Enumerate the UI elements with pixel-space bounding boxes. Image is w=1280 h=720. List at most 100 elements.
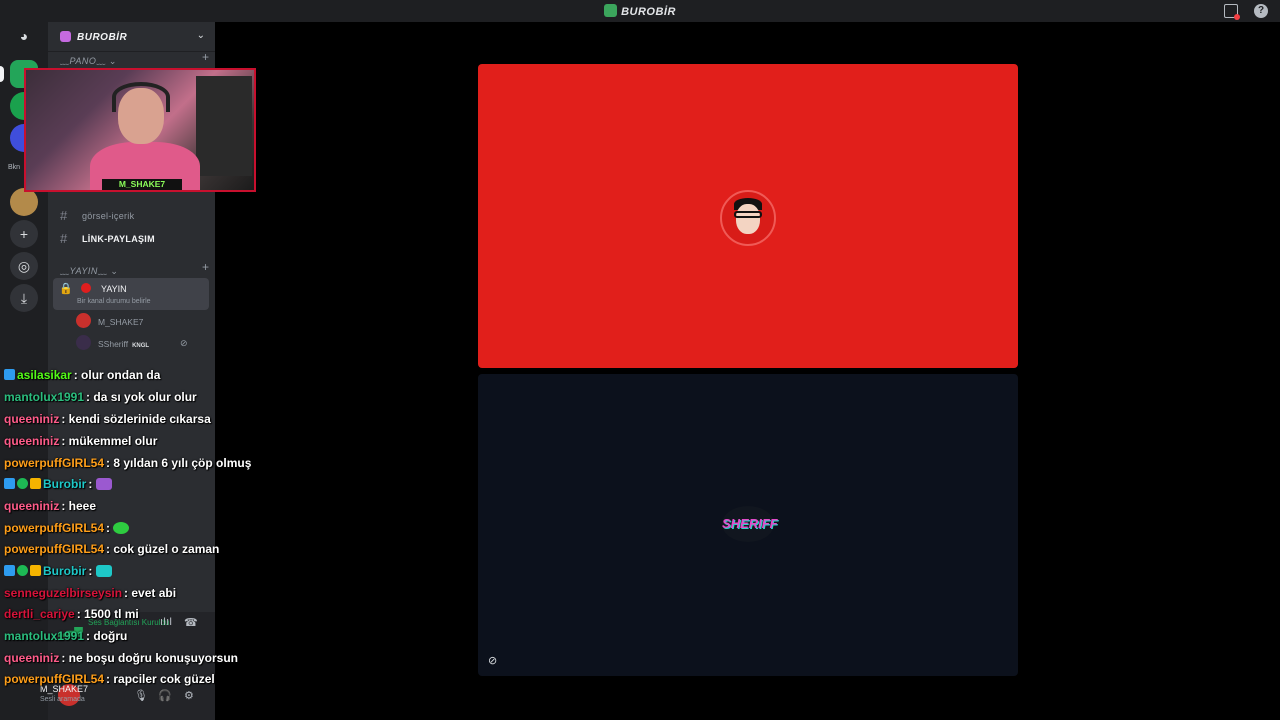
category-yayin[interactable]: ﹏YAYIN﹏ ⌄ [60, 264, 118, 277]
voice-user-name-text: SSheriff [98, 339, 129, 349]
chat-text: : [88, 564, 93, 578]
crown-icon [30, 478, 41, 489]
noise-suppression-icon[interactable]: ıIıI [160, 616, 172, 628]
window-title-text: BUROBİR [621, 6, 676, 18]
webcam-overlay: M_SHAKE7 [24, 68, 256, 192]
microphone-icon[interactable]: 🎙 [134, 689, 148, 702]
chat-user: powerpuffGIRL54 [4, 672, 105, 686]
chat-user: mantolux1991 [4, 629, 85, 643]
channel-link-paylasim[interactable]: # LİNK-PAYLAŞIM [56, 229, 208, 249]
help-icon[interactable]: ? [1254, 4, 1268, 18]
settings-gear-icon[interactable]: ⚙ [184, 689, 194, 702]
chat-message: powerpuffGIRL54: [4, 521, 130, 535]
sheriff-logo: SHERIFF [722, 506, 778, 542]
chat-user: powerpuffGIRL54 [4, 521, 105, 535]
server-icon [604, 4, 618, 17]
voice-channel-yayin[interactable]: 🔒 YAYIN Bir kanal durumu belirle [53, 278, 209, 310]
category-yayin-label: YAYIN [69, 266, 98, 276]
chat-text: : rapciler cok güzel [106, 672, 215, 686]
chat-text: : cok güzel o zaman [106, 542, 220, 556]
hash-icon: # [60, 231, 68, 246]
server-avatar[interactable] [10, 188, 38, 216]
verified-icon [17, 565, 28, 576]
active-server-pill [0, 66, 4, 82]
chat-user: asilasikar [17, 368, 72, 382]
chat-user: Burobir [43, 564, 87, 578]
discord-home-icon[interactable]: ◕ [10, 22, 38, 50]
hash-icon: # [60, 208, 68, 223]
webcam-background [196, 76, 252, 176]
chat-text: : heee [61, 499, 97, 513]
video-tile-m-shake7[interactable] [478, 64, 1018, 368]
deafened-icon: ⊘ [180, 338, 188, 348]
chevron-down-icon[interactable]: ⌄ [197, 30, 205, 41]
chat-message: Burobir: [4, 564, 112, 578]
chat-text: : mükemmel olur [61, 434, 158, 448]
chat-user: dertli_cariye [4, 607, 75, 621]
chat-message: queeniniz: mükemmel olur [4, 434, 157, 448]
chat-user: queeniniz [4, 651, 60, 665]
avatar [720, 190, 776, 246]
server-label: Bkn [8, 164, 21, 171]
chat-message: queeniniz: ne boşu doğru konuşuyorsun [4, 651, 238, 665]
chat-user: queeniniz [4, 412, 60, 426]
avatar-face [736, 204, 760, 234]
window-title: BUROBİR [0, 4, 1280, 18]
download-icon[interactable]: ⤓ [10, 284, 38, 312]
category-pano-label: PANO [69, 56, 97, 66]
headphones-icon[interactable]: 🎧 [158, 689, 172, 702]
chat-text: : doğru [86, 629, 128, 643]
chat-message: asilasikar: olur ondan da [4, 368, 160, 382]
chat-text: : olur ondan da [73, 368, 161, 382]
voice-channel-name: YAYIN [101, 284, 127, 294]
lock-icon: 🔒 [59, 283, 73, 295]
channel-status-placeholder[interactable]: Bir kanal durumu belirle [77, 298, 151, 305]
chat-message: powerpuffGIRL54: cok güzel o zaman [4, 542, 219, 556]
add-channel-icon[interactable]: + [202, 260, 209, 274]
badge-icon [4, 478, 15, 489]
chat-text: : [88, 477, 93, 491]
add-channel-icon[interactable]: + [202, 50, 209, 64]
channel-gorsel-icerik[interactable]: # görsel-içerik [56, 206, 208, 226]
emote-icon [95, 478, 112, 490]
record-icon [81, 283, 91, 293]
disconnect-icon[interactable]: ☎ [184, 616, 198, 629]
title-bar: BUROBİR ? [0, 0, 1280, 22]
chat-user: powerpuffGIRL54 [4, 456, 105, 470]
category-pano[interactable]: ﹏PANO﹏ ⌄ [60, 54, 117, 67]
chat-user: powerpuffGIRL54 [4, 542, 105, 556]
voice-user-name: SSheriff KNGL [98, 339, 149, 349]
headset-icon [112, 82, 170, 112]
chat-user: Burobir [43, 477, 87, 491]
inbox-icon[interactable] [1224, 4, 1240, 20]
crown-icon [30, 565, 41, 576]
chat-message: queeniniz: kendi sözlerinide cıkarsa [4, 412, 211, 426]
avatar [76, 313, 91, 328]
chat-text: : [106, 521, 111, 535]
chat-text: : 1500 tl mi [76, 607, 139, 621]
deafened-icon: ⊘ [488, 655, 498, 667]
channel-label: görsel-içerik [82, 211, 135, 221]
video-tile-ssheriff[interactable]: SHERIFF ⊘ [478, 374, 1018, 676]
chat-message: queeniniz: heee [4, 499, 96, 513]
sheriff-logo-text: SHERIFF [722, 516, 778, 531]
channel-label: LİNK-PAYLAŞIM [82, 234, 155, 244]
voice-user-name: M_SHAKE7 [98, 317, 144, 327]
user-badge: KNGL [132, 343, 150, 349]
guild-header[interactable]: BUROBİR ⌄ [48, 22, 215, 52]
user-panel-status: Sesli aramada [40, 696, 85, 703]
chat-message: mantolux1991: doğru [4, 629, 127, 643]
chat-message: powerpuffGIRL54: rapciler cok güzel [4, 672, 215, 686]
chat-user: queeniniz [4, 499, 60, 513]
explore-icon[interactable]: ◎ [10, 252, 38, 280]
chat-text: : evet abi [124, 586, 177, 600]
glasses-icon [734, 211, 762, 218]
badge-icon [4, 565, 15, 576]
add-server-icon[interactable]: + [10, 220, 38, 248]
chat-message: dertli_cariye: 1500 tl mi [4, 607, 139, 621]
chat-message: powerpuffGIRL54: 8 yıldan 6 yılı çöp olm… [4, 456, 251, 470]
chat-user: queeniniz [4, 434, 60, 448]
badge-icon [4, 369, 15, 380]
emote-icon [113, 522, 130, 534]
guild-name: BUROBİR [77, 32, 128, 43]
